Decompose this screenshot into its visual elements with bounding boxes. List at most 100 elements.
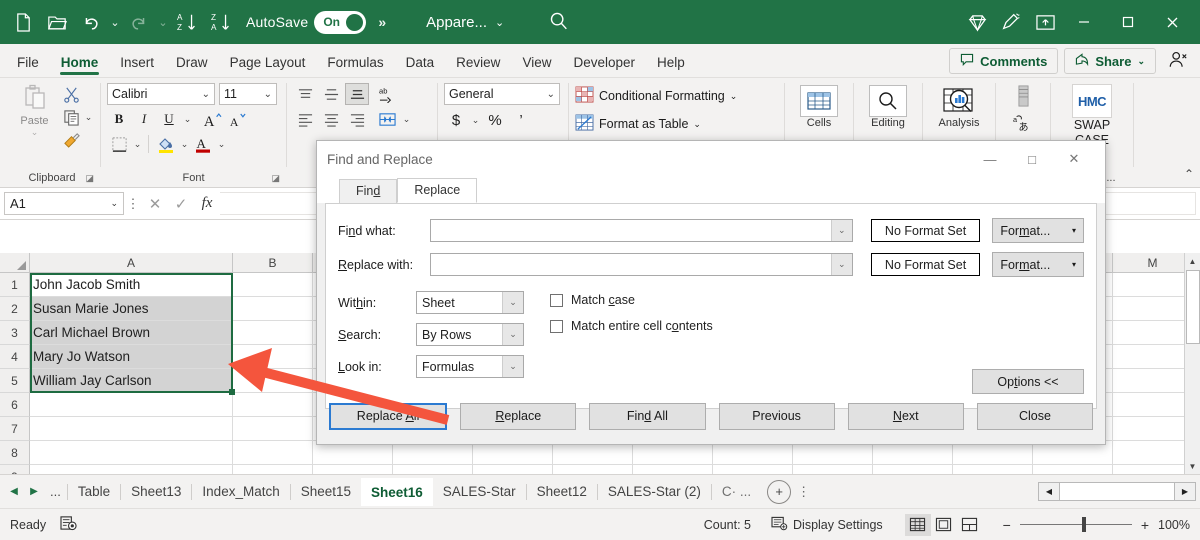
- replace-with-combo[interactable]: ⌄: [430, 253, 853, 276]
- selection-fill-handle[interactable]: [229, 389, 235, 395]
- cell-L9[interactable]: [1033, 465, 1113, 474]
- cell-B4[interactable]: [233, 345, 313, 369]
- cell-M6[interactable]: [1113, 393, 1193, 417]
- copy-chevron-down-icon[interactable]: ⌄: [83, 112, 94, 123]
- find-what-chevron-down-icon[interactable]: ⌄: [831, 220, 852, 241]
- undo-chevron-icon[interactable]: ⌄: [108, 16, 122, 29]
- conditional-formatting-chevron-down-icon[interactable]: ⌄: [730, 91, 738, 102]
- ribbon-tab-view[interactable]: View: [511, 51, 562, 77]
- add-sheet-button[interactable]: +: [767, 480, 791, 504]
- sheet-tab-sheet13[interactable]: Sheet13: [121, 479, 191, 505]
- sort-descending-icon[interactable]: ZA: [204, 5, 238, 39]
- cell-B7[interactable]: [233, 417, 313, 441]
- font-name-chevron-down-icon[interactable]: ⌄: [197, 89, 210, 100]
- cut-icon[interactable]: [59, 83, 83, 105]
- lookin-chevron-down-icon[interactable]: ⌄: [502, 356, 523, 377]
- decrease-font-size-button[interactable]: A: [226, 108, 250, 130]
- cell-B5[interactable]: [233, 369, 313, 393]
- sheet-tab-truncated[interactable]: C· ...: [712, 479, 761, 505]
- row-header-1[interactable]: 1: [0, 273, 30, 297]
- dialog-close-button[interactable]: ✕: [1053, 142, 1095, 176]
- new-file-icon[interactable]: [6, 5, 40, 39]
- font-size-chevron-down-icon[interactable]: ⌄: [259, 89, 272, 100]
- horizontal-scroll-thumb[interactable]: [1060, 482, 1174, 501]
- column-header-a[interactable]: A: [30, 253, 233, 272]
- ribbon-display-options-icon[interactable]: [1028, 5, 1062, 39]
- cell-M3[interactable]: [1113, 321, 1193, 345]
- document-title[interactable]: Appare...: [426, 14, 487, 31]
- cell-B8[interactable]: [233, 441, 313, 465]
- hscroll-right-icon[interactable]: ▶: [1174, 482, 1196, 501]
- font-color-icon[interactable]: A: [191, 133, 215, 155]
- fill-color-icon[interactable]: [154, 133, 178, 155]
- share-button[interactable]: Share ⌄: [1064, 48, 1156, 74]
- sheet-tab-sheet12[interactable]: Sheet12: [527, 479, 597, 505]
- collapse-ribbon-icon[interactable]: ⌃: [1184, 167, 1194, 181]
- align-bottom-icon[interactable]: [345, 83, 369, 105]
- undo-icon[interactable]: [74, 5, 108, 39]
- replace-format-button[interactable]: Format... ▾: [992, 252, 1084, 277]
- currency-chevron-down-icon[interactable]: ⌄: [470, 115, 481, 126]
- match-case-checkbox[interactable]: [550, 294, 563, 307]
- copilot-diamond-icon[interactable]: [960, 5, 994, 39]
- dialog-title-bar[interactable]: Find and Replace — □ ✕: [317, 141, 1105, 177]
- font-size-combo[interactable]: 11 ⌄: [219, 83, 277, 105]
- close-dialog-button[interactable]: Close: [977, 403, 1093, 430]
- cell-M1[interactable]: [1113, 273, 1193, 297]
- fill-color-chevron-down-icon[interactable]: ⌄: [179, 139, 190, 150]
- cell-F9[interactable]: [553, 465, 633, 474]
- lookin-combo[interactable]: Formulas ⌄: [416, 355, 524, 378]
- ribbon-tab-file[interactable]: File: [6, 51, 50, 77]
- cell-M7[interactable]: [1113, 417, 1193, 441]
- next-button[interactable]: Next: [848, 403, 964, 430]
- cancel-edit-icon[interactable]: ✕: [142, 192, 168, 216]
- ribbon-tab-formulas[interactable]: Formulas: [316, 51, 394, 77]
- formula-bar-menu-icon[interactable]: ⋮: [124, 196, 142, 212]
- select-all-corner[interactable]: [0, 253, 30, 272]
- autosave-toggle[interactable]: On: [314, 11, 366, 34]
- sheet-nav-next-icon[interactable]: ▶: [24, 481, 44, 503]
- phonetic-guide-icon[interactable]: aあ: [1012, 113, 1034, 136]
- vertical-scroll-thumb[interactable]: [1186, 270, 1200, 344]
- quick-access-more-icon[interactable]: »: [366, 14, 398, 30]
- scroll-up-icon[interactable]: ▲: [1185, 253, 1200, 269]
- copy-icon[interactable]: [59, 106, 83, 128]
- row-header-4[interactable]: 4: [0, 345, 30, 369]
- ribbon-tab-help[interactable]: Help: [646, 51, 696, 77]
- ribbon-tab-data[interactable]: Data: [395, 51, 446, 77]
- sheet-tab-sales-star[interactable]: SALES-Star: [433, 479, 526, 505]
- search-combo[interactable]: By Rows ⌄: [416, 323, 524, 346]
- replace-with-chevron-down-icon[interactable]: ⌄: [831, 254, 852, 275]
- replace-all-button[interactable]: Replace All: [329, 403, 447, 430]
- cell-A2[interactable]: Susan Marie Jones: [30, 297, 233, 321]
- number-format-combo[interactable]: General ⌄: [444, 83, 560, 105]
- font-color-chevron-down-icon[interactable]: ⌄: [216, 139, 227, 150]
- dialog-minimize-button[interactable]: —: [969, 142, 1011, 176]
- cell-M4[interactable]: [1113, 345, 1193, 369]
- cell-K9[interactable]: [953, 465, 1033, 474]
- sheet-tab-sales-star-2[interactable]: SALES-Star (2): [598, 479, 711, 505]
- match-entire-checkbox[interactable]: [550, 320, 563, 333]
- ribbon-tab-developer[interactable]: Developer: [562, 51, 646, 77]
- italic-button[interactable]: I: [132, 108, 156, 130]
- column-header-m[interactable]: M: [1113, 253, 1193, 272]
- row-header-8[interactable]: 8: [0, 441, 30, 465]
- row-header-3[interactable]: 3: [0, 321, 30, 345]
- merge-and-center-icon[interactable]: [375, 108, 399, 130]
- cell-E9[interactable]: [473, 465, 553, 474]
- match-case-row[interactable]: Match case: [550, 293, 713, 307]
- paste-button[interactable]: Paste ⌄: [10, 81, 59, 138]
- cell-G9[interactable]: [633, 465, 713, 474]
- within-chevron-down-icon[interactable]: ⌄: [502, 292, 523, 313]
- open-folder-icon[interactable]: [40, 5, 74, 39]
- name-box[interactable]: A1 ⌄: [4, 192, 124, 215]
- scroll-down-icon[interactable]: ▼: [1185, 458, 1200, 474]
- cell-A1[interactable]: John Jacob Smith: [30, 273, 233, 297]
- cell-styles-icon[interactable]: [1015, 85, 1032, 110]
- cell-A5[interactable]: William Jay Carlson: [30, 369, 233, 393]
- zoom-slider-knob[interactable]: [1082, 517, 1086, 532]
- align-right-icon[interactable]: [345, 108, 369, 130]
- cell-B9[interactable]: [233, 465, 313, 474]
- record-macro-icon[interactable]: [60, 515, 78, 534]
- cell-B2[interactable]: [233, 297, 313, 321]
